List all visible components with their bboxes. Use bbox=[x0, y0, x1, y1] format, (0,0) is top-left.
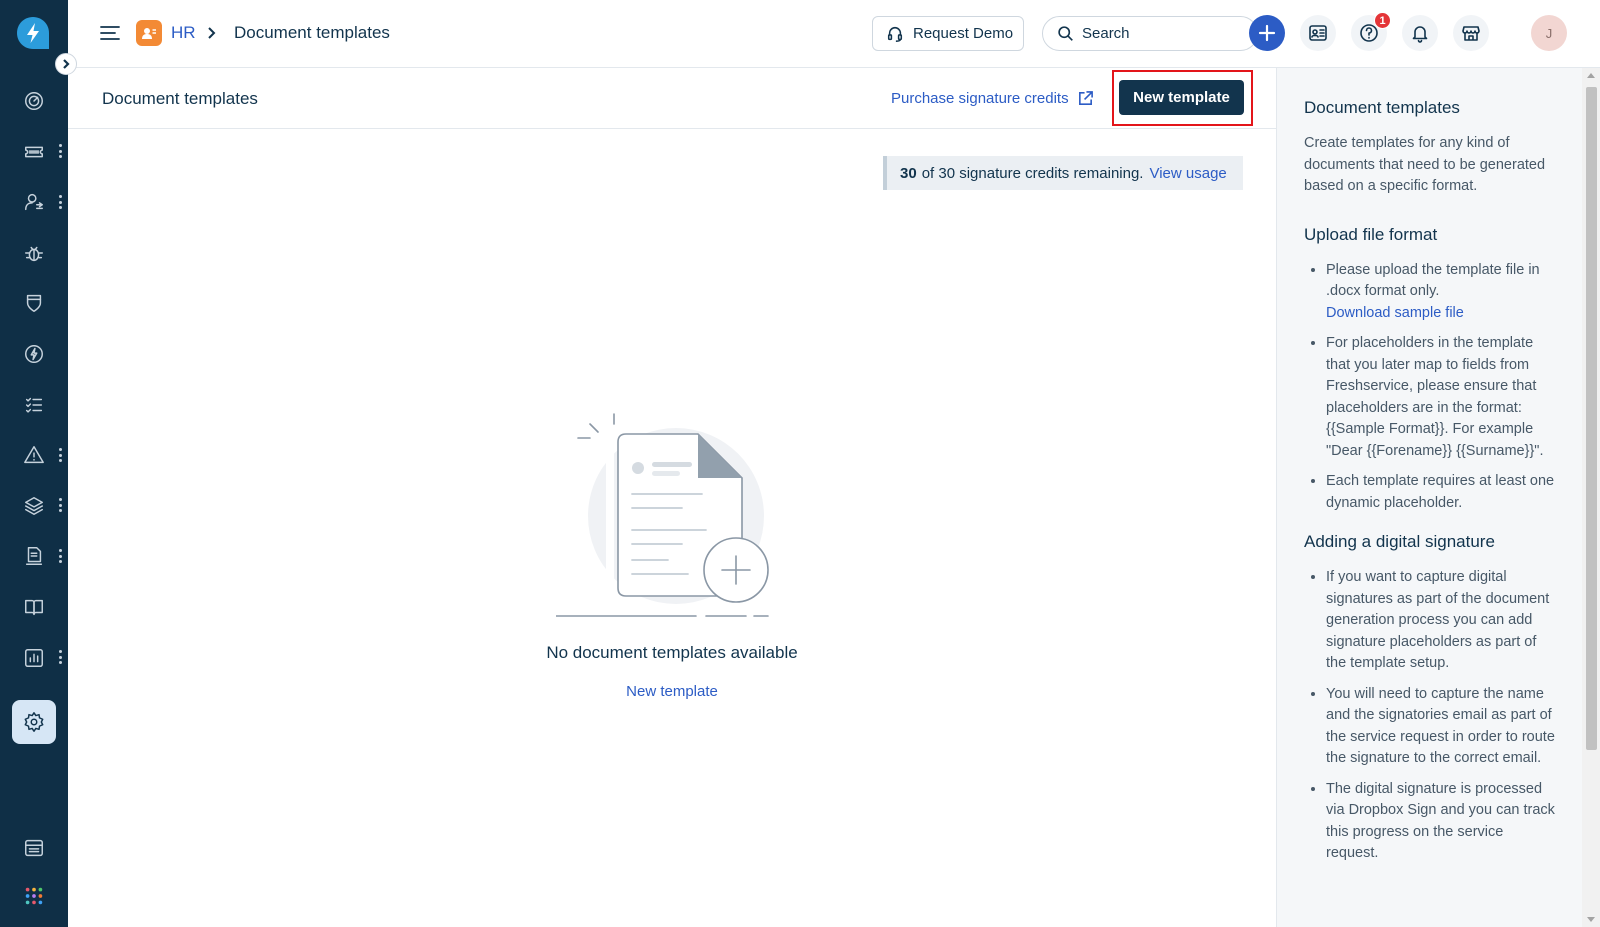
digital-signature-item: The digital signature is processed via D… bbox=[1326, 779, 1558, 865]
sidebar-people-more-icon[interactable] bbox=[58, 195, 62, 209]
store-icon bbox=[1462, 26, 1480, 41]
upload-format-heading: Upload file format bbox=[1304, 224, 1438, 244]
sidebar-layers-more-icon[interactable] bbox=[58, 498, 62, 512]
user-avatar[interactable]: J bbox=[1531, 15, 1567, 51]
upload-format-item: For placeholders in the template that yo… bbox=[1326, 333, 1558, 462]
sidebar-book-icon[interactable] bbox=[12, 585, 56, 629]
external-link-icon bbox=[1078, 91, 1093, 105]
help-panel: Document templates Create templates for … bbox=[1276, 68, 1582, 927]
contact-card-icon bbox=[1309, 25, 1327, 41]
bell-icon bbox=[1412, 26, 1428, 43]
view-usage-link[interactable]: View usage bbox=[1149, 165, 1226, 182]
help-button[interactable]: 1 bbox=[1351, 12, 1391, 51]
plus-icon bbox=[1258, 24, 1276, 42]
scrollbar-thumb[interactable] bbox=[1586, 87, 1597, 750]
sidebar-docs-icon[interactable] bbox=[12, 534, 56, 578]
sidebar-shield-icon[interactable] bbox=[12, 281, 56, 325]
sidebar-bug-icon[interactable] bbox=[12, 231, 56, 275]
sidebar-tickets-icon[interactable] bbox=[12, 130, 56, 174]
sidebar-catalog-icon[interactable] bbox=[12, 826, 56, 870]
request-demo-label: Request Demo bbox=[913, 25, 1014, 42]
help-panel-intro: Create templates for any kind of documen… bbox=[1304, 135, 1546, 194]
upload-format-item: Each template requires at least one dyna… bbox=[1326, 471, 1558, 514]
purchase-link-label: Purchase signature credits bbox=[891, 90, 1069, 107]
sidebar-settings-icon[interactable] bbox=[12, 700, 56, 744]
sidebar-alert-icon[interactable] bbox=[12, 433, 56, 477]
scroll-down-icon[interactable] bbox=[1587, 917, 1595, 922]
requester-view-button[interactable] bbox=[1300, 15, 1336, 51]
help-notification-badge: 1 bbox=[1374, 12, 1391, 29]
search-placeholder: Search bbox=[1082, 25, 1130, 42]
sidebar-dashboard-icon[interactable] bbox=[12, 79, 56, 123]
digital-signature-list: If you want to capture digital signature… bbox=[1304, 567, 1558, 865]
credits-text: of 30 signature credits remaining. bbox=[921, 164, 1144, 182]
empty-state-new-template-link[interactable]: New template bbox=[472, 683, 872, 700]
search-icon bbox=[1058, 26, 1073, 41]
sidebar-reports-more-icon[interactable] bbox=[58, 650, 62, 664]
digital-signature-item: If you want to capture digital signature… bbox=[1326, 567, 1558, 675]
sidebar-docs-more-icon[interactable] bbox=[58, 549, 62, 563]
freshservice-logo-icon[interactable] bbox=[15, 15, 51, 51]
signature-credits-banner: 30 of 30 signature credits remaining. Vi… bbox=[883, 156, 1243, 190]
upload-format-item-text: Please upload the template file in .docx… bbox=[1326, 261, 1540, 300]
page-header: Document templates Purchase signature cr… bbox=[68, 68, 1276, 129]
breadcrumb-hr-link[interactable]: HR bbox=[171, 23, 196, 43]
help-panel-scrollbar[interactable] bbox=[1582, 68, 1600, 927]
purchase-signature-credits-link[interactable]: Purchase signature credits bbox=[891, 90, 1094, 107]
upload-format-list: Please upload the template file in .docx… bbox=[1304, 260, 1558, 515]
request-demo-button[interactable]: Request Demo bbox=[872, 16, 1024, 51]
help-panel-title: Document templates bbox=[1304, 98, 1460, 117]
page-title: Document templates bbox=[102, 89, 258, 108]
top-header: HR Document templates Request Demo Searc… bbox=[68, 0, 1600, 68]
sidebar-tickets-more-icon[interactable] bbox=[58, 144, 62, 158]
credits-remaining-count: 30 bbox=[900, 164, 917, 182]
scroll-up-icon[interactable] bbox=[1587, 73, 1595, 78]
left-sidebar bbox=[0, 0, 68, 927]
headset-icon bbox=[887, 26, 903, 42]
breadcrumb-chevron-icon bbox=[206, 26, 218, 40]
upload-format-item: Please upload the template file in .docx… bbox=[1326, 260, 1558, 325]
sidebar-apps-icon[interactable] bbox=[12, 874, 56, 918]
global-search-input[interactable]: Search bbox=[1042, 16, 1258, 51]
menu-toggle-icon[interactable] bbox=[100, 24, 120, 42]
sidebar-expand-button[interactable] bbox=[55, 53, 77, 75]
sidebar-layers-icon[interactable] bbox=[12, 484, 56, 528]
sidebar-tasks-icon[interactable] bbox=[12, 383, 56, 427]
notifications-button[interactable] bbox=[1402, 15, 1438, 51]
chevron-right-icon bbox=[63, 59, 70, 69]
empty-state-message: No document templates available bbox=[546, 643, 798, 662]
new-template-button[interactable]: New template bbox=[1119, 80, 1244, 115]
hr-module-icon bbox=[136, 20, 162, 46]
sidebar-bolt-icon[interactable] bbox=[12, 332, 56, 376]
sidebar-people-icon[interactable] bbox=[12, 180, 56, 224]
sidebar-reports-icon[interactable] bbox=[12, 636, 56, 680]
download-sample-file-link[interactable]: Download sample file bbox=[1326, 303, 1558, 325]
breadcrumb-current: Document templates bbox=[234, 23, 390, 42]
marketplace-button[interactable] bbox=[1453, 15, 1489, 51]
empty-document-illustration bbox=[551, 410, 786, 630]
digital-signature-item: You will need to capture the name and th… bbox=[1326, 684, 1558, 770]
quick-create-button[interactable] bbox=[1249, 15, 1285, 51]
sidebar-alert-more-icon[interactable] bbox=[58, 448, 62, 462]
digital-signature-heading: Adding a digital signature bbox=[1304, 532, 1495, 551]
